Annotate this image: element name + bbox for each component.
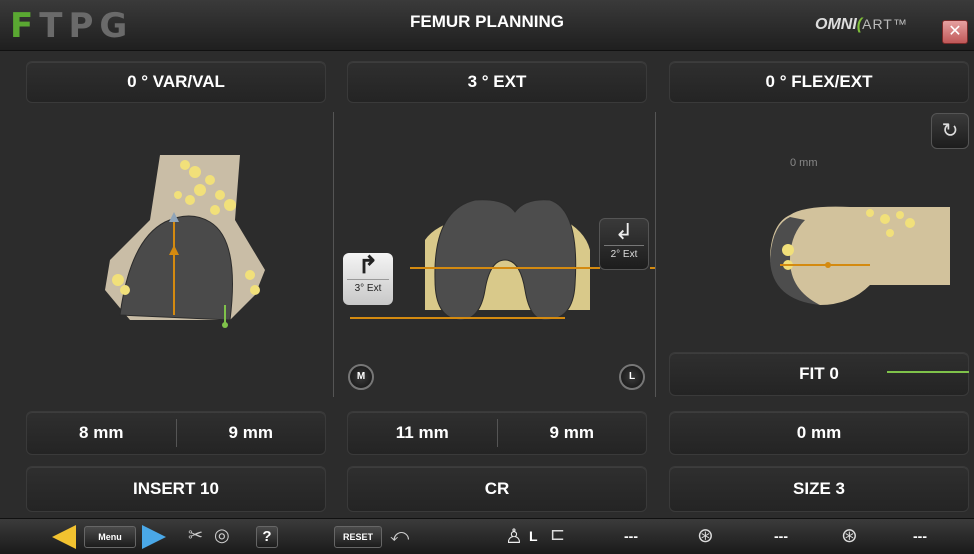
cr-label: CR bbox=[484, 479, 510, 498]
fit-label: FIT 0 bbox=[799, 364, 839, 383]
undo-icon[interactable]: ⤺ bbox=[390, 525, 409, 546]
measure-panel-2: 11 mm 9 mm bbox=[347, 411, 647, 455]
rotate-ext-right-button[interactable]: ↲ 2° Ext bbox=[599, 218, 649, 270]
measure-panel-3: 0 mm bbox=[669, 411, 969, 455]
varval-label: 0 ° VAR/VAL bbox=[127, 72, 225, 91]
menu-button[interactable]: Menu bbox=[84, 526, 136, 548]
value-dash-3: --- bbox=[913, 528, 927, 544]
close-icon: ✕ bbox=[948, 23, 962, 40]
ext-panel[interactable]: 3 ° EXT bbox=[347, 61, 647, 103]
cr-button[interactable]: CR bbox=[347, 466, 647, 512]
measure-left-value: 8 mm bbox=[79, 423, 124, 442]
brand-logo: OMNI(ART™ bbox=[815, 16, 908, 33]
measure-right-value: 9 mm bbox=[549, 423, 594, 442]
measure-panel-1: 8 mm 9 mm bbox=[26, 411, 326, 455]
sagittal-femur-view[interactable] bbox=[760, 205, 960, 310]
insert-label: INSERT 10 bbox=[133, 479, 219, 498]
reset-button[interactable]: RESET bbox=[334, 526, 382, 548]
insert-button[interactable]: INSERT 10 bbox=[26, 466, 326, 512]
value-dash-2: --- bbox=[774, 528, 788, 544]
brand-main: OMNI bbox=[815, 16, 857, 33]
rotate-ext-left-label: 3° Ext bbox=[354, 283, 382, 294]
varval-panel[interactable]: 0 ° VAR/VAL bbox=[26, 61, 326, 103]
view-rotate-icon: ↻ bbox=[941, 120, 959, 142]
help-button[interactable]: ? bbox=[256, 526, 278, 548]
close-button[interactable]: ✕ bbox=[942, 20, 968, 44]
bottom-toolbar: Menu ✂ ◎ ? RESET ⤺ ♙ L ⊏ --- ⊛ --- ⊛ --- bbox=[0, 518, 974, 554]
rotate-arrow-icon: ↱ bbox=[357, 252, 379, 279]
forward-arrow-icon[interactable] bbox=[140, 523, 168, 551]
tibia-icon[interactable]: ⊛ bbox=[841, 523, 858, 548]
title-bar: FTPG FEMUR PLANNING OMNI(ART™ ✕ bbox=[0, 0, 974, 51]
view-rotate-button[interactable]: ↻ bbox=[931, 113, 969, 149]
rotate-arrow-icon: ↲ bbox=[614, 219, 634, 244]
leg-alignment-icon[interactable]: ⊏ bbox=[550, 524, 565, 545]
lateral-marker[interactable]: L bbox=[619, 364, 645, 390]
flexext-label: 0 ° FLEX/EXT bbox=[765, 72, 873, 91]
flexext-panel[interactable]: 0 ° FLEX/EXT bbox=[669, 61, 969, 103]
camera-icon[interactable]: ◎ bbox=[214, 525, 230, 546]
measure-single-value: 0 mm bbox=[796, 423, 842, 442]
size-button[interactable]: SIZE 3 bbox=[669, 466, 969, 512]
offset-label: 0 mm bbox=[790, 157, 818, 169]
rotate-ext-left-button[interactable]: ↱ 3° Ext bbox=[343, 253, 393, 305]
femur-icon[interactable]: ⊛ bbox=[697, 523, 714, 548]
divider-right bbox=[655, 112, 656, 397]
divider-left bbox=[333, 112, 334, 397]
back-arrow-icon[interactable] bbox=[50, 523, 78, 551]
fit-panel[interactable]: FIT 0 bbox=[669, 352, 969, 396]
tools-icon[interactable]: ✂ bbox=[188, 525, 203, 546]
brand-tm: ™ bbox=[892, 16, 908, 32]
medial-marker[interactable]: M bbox=[348, 364, 374, 390]
brand-art: ART bbox=[862, 16, 893, 32]
measure-right-value: 9 mm bbox=[228, 423, 273, 442]
side-indicator: L bbox=[529, 528, 538, 544]
frontal-femur-view[interactable] bbox=[90, 150, 280, 340]
patient-icon: ♙ bbox=[505, 526, 523, 548]
ext-label: 3 ° EXT bbox=[467, 72, 527, 91]
rotate-ext-right-label: 2° Ext bbox=[610, 249, 638, 260]
value-dash-1: --- bbox=[624, 528, 638, 544]
fit-indicator-line bbox=[887, 371, 969, 373]
measure-left-value: 11 mm bbox=[395, 423, 449, 442]
size-label: SIZE 3 bbox=[793, 479, 845, 498]
